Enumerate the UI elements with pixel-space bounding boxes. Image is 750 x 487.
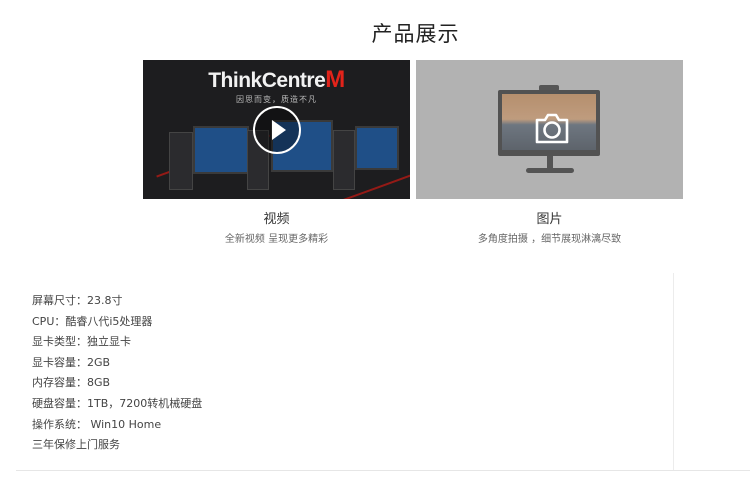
video-caption-title: 视频 — [263, 212, 290, 227]
spec-item: 三年保修上门服务 — [32, 438, 120, 452]
photo-tile[interactable] — [416, 60, 683, 199]
pc-tower — [333, 130, 355, 190]
video-caption: 视频 全新视频 呈现更多精彩 — [143, 208, 410, 245]
spec-item: 硬盘容量：1TB，7200转机械硬盘 — [32, 396, 203, 410]
pc-tower — [169, 132, 193, 190]
pc-monitor — [193, 126, 249, 174]
divider-vertical — [673, 273, 674, 470]
brand-slogan: 因思而变，质造不凡 — [236, 95, 317, 104]
video-tile[interactable]: ThinkCentreM 因思而变，质造不凡 — [143, 60, 410, 199]
photo-caption-sub: 多角度拍摄 ，细节展现淋漓尽致 — [477, 234, 622, 245]
spec-item: 屏幕尺寸：23.8寸 — [32, 294, 123, 307]
spec-item: 显卡类型：独立显卡 — [32, 335, 131, 349]
divider-horizontal — [16, 470, 750, 471]
spec-item: 显卡容量：2GB — [32, 355, 111, 369]
camera-icon[interactable] — [534, 111, 570, 145]
spec-item: 内存容量：8GB — [32, 376, 111, 390]
pc-monitor — [355, 126, 399, 170]
brand-logo: ThinkCentreM — [208, 66, 345, 93]
photo-caption: 图片 多角度拍摄 ，细节展现淋漓尽致 — [416, 208, 683, 245]
spec-item: 操作系统： Win10 Home — [32, 417, 162, 431]
spec-list: 屏幕尺寸：23.8寸 CPU：酷睿八代i5处理器 显卡类型：独立显卡 显卡容量：… — [32, 294, 202, 459]
play-icon[interactable] — [253, 106, 301, 154]
video-caption-sub: 全新视频 呈现更多精彩 — [224, 234, 329, 245]
section-title: 产品展示 — [371, 22, 460, 46]
photo-caption-title: 图片 — [536, 212, 563, 227]
spec-item: CPU：酷睿八代i5处理器 — [32, 314, 153, 328]
